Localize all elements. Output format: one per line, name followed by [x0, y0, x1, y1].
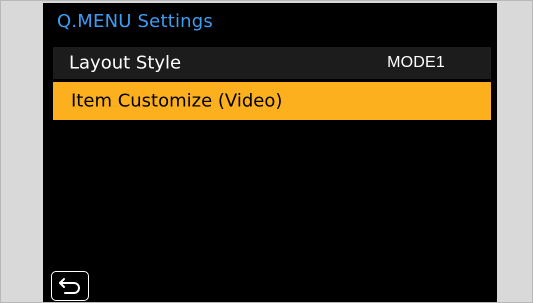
menu-item-label: Item Customize (Video)	[71, 90, 283, 112]
back-button[interactable]	[51, 271, 89, 301]
menu-item-item-customize-video[interactable]: Item Customize (Video)	[53, 82, 491, 120]
menu-item-layout-style[interactable]: Layout Style MODE1	[53, 47, 491, 79]
menu-title: Q.MENU Settings	[57, 11, 213, 32]
return-arrow-icon	[59, 278, 80, 294]
device-frame: Q.MENU Settings Layout Style MODE1 Item …	[0, 0, 533, 303]
menu-item-value: MODE1	[387, 54, 445, 71]
camera-screen: Q.MENU Settings Layout Style MODE1 Item …	[43, 3, 497, 302]
menu-item-label: Layout Style	[69, 52, 182, 74]
